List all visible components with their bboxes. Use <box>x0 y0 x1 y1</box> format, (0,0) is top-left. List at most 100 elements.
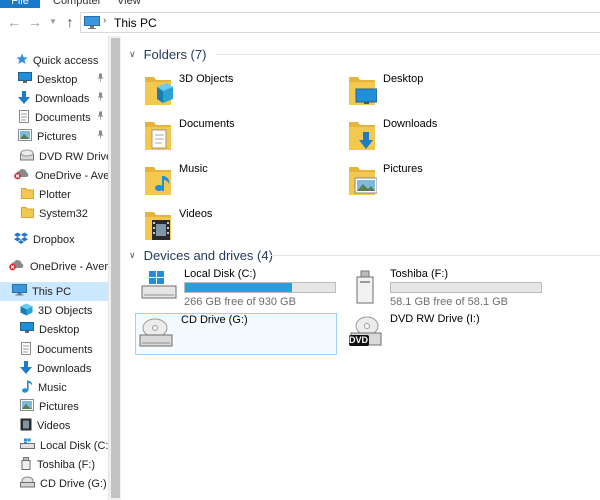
nav-item-cd-drive-g[interactable]: CD Drive (G:) <box>0 474 108 493</box>
folder-label: Desktop <box>383 73 424 85</box>
nav-item-quick-access[interactable]: Quick access <box>0 51 108 70</box>
dvd-badge: DVD <box>349 335 369 345</box>
breadcrumb-this-pc[interactable]: This PC <box>114 16 157 30</box>
3d-objects-folder-icon <box>143 73 173 110</box>
pin-icon[interactable] <box>96 111 105 122</box>
drive-tile-local-disk-c[interactable]: Local Disk (C:) 266 GB free of 930 GB <box>139 268 339 310</box>
breadcrumb-separator-icon[interactable]: › <box>103 15 106 26</box>
nav-item-videos[interactable]: Videos <box>0 416 108 435</box>
navigation-scrollbar[interactable] <box>108 36 121 500</box>
3d-objects-icon <box>20 303 33 319</box>
address-field[interactable]: › This PC <box>80 12 600 33</box>
documents-icon <box>20 341 32 358</box>
nav-item-pictures[interactable]: Pictures <box>0 127 108 146</box>
nav-item-label: Toshiba (F:) <box>37 458 96 471</box>
drive-label: Toshiba (F:) <box>390 268 449 280</box>
nav-item-local-disk-c[interactable]: Local Disk (C:) <box>0 436 108 455</box>
local-disk-icon <box>20 438 35 453</box>
nav-item-onedrive-averda[interactable]: OneDrive - Averda <box>0 257 108 276</box>
pin-icon[interactable] <box>96 73 105 84</box>
tab-file[interactable]: File <box>0 0 40 8</box>
folder-tile-videos[interactable]: Videos <box>143 208 343 250</box>
nav-item-downloads[interactable]: Downloads <box>0 359 108 378</box>
folder-label: Downloads <box>383 118 438 130</box>
folder-tile-documents[interactable]: Documents <box>143 118 343 160</box>
chevron-down-icon[interactable]: ∨ <box>129 250 136 261</box>
up-button[interactable]: ↑ <box>62 12 78 32</box>
music-icon <box>21 380 33 396</box>
nav-item-label: Videos <box>37 419 71 432</box>
drive-usage-bar <box>184 282 336 293</box>
pin-icon[interactable] <box>96 130 105 141</box>
music-folder-icon <box>143 163 173 200</box>
nav-item-desktop[interactable]: Desktop <box>0 320 108 339</box>
computer-icon <box>12 284 27 299</box>
drive-tile-dvd-rw-drive-i[interactable]: DVD DVD RW Drive (I:) <box>345 313 545 355</box>
nav-item-label: Documents <box>37 343 93 356</box>
drive-free-space: 58.1 GB free of 58.1 GB <box>390 296 509 308</box>
nav-item-documents[interactable]: Documents <box>0 108 108 127</box>
drive-tile-cd-drive-g[interactable]: CD Drive (G:) <box>135 313 337 355</box>
nav-item-toshiba-f[interactable]: Toshiba (F:) <box>0 455 108 474</box>
pin-icon[interactable] <box>96 92 105 103</box>
nav-item-label: This PC <box>32 285 72 298</box>
nav-item-3d-objects[interactable]: 3D Objects <box>0 301 108 320</box>
nav-item-desktop[interactable]: Desktop <box>0 70 108 89</box>
documents-folder-icon <box>143 118 173 155</box>
nav-item-plotter[interactable]: Plotter <box>0 185 108 204</box>
dvd-drive-icon <box>347 315 383 352</box>
downloads-folder-icon <box>347 118 377 155</box>
nav-item-dvd-rw-drive-i[interactable]: DVD RW Drive (I: <box>0 147 108 166</box>
download-icon <box>18 90 30 107</box>
nav-item-this-pc[interactable]: This PC <box>0 282 108 301</box>
desktop-icon <box>20 322 34 337</box>
drive-label: CD Drive (G:) <box>181 314 248 326</box>
folder-tile-desktop[interactable]: Desktop <box>347 73 547 115</box>
nav-item-onedrive-averd[interactable]: OneDrive - Averd <box>0 166 108 185</box>
divider <box>216 54 600 55</box>
recent-locations-chevron-down-icon[interactable]: ▼ <box>45 12 61 32</box>
usb-drive-icon <box>20 456 32 473</box>
cd-drive-icon <box>20 476 35 491</box>
chevron-down-icon[interactable]: ∨ <box>129 49 136 60</box>
forward-button[interactable]: → <box>27 12 43 32</box>
folder-label: Music <box>179 163 208 175</box>
drive-label: Local Disk (C:) <box>184 268 257 280</box>
nav-item-music[interactable]: Music <box>0 378 108 397</box>
nav-item-label: Quick access <box>33 54 99 67</box>
cd-drive-icon <box>138 316 174 353</box>
desktop-folder-icon <box>347 73 378 110</box>
folder-icon <box>21 187 34 202</box>
nav-item-label: Pictures <box>37 130 77 143</box>
nav-item-label: OneDrive - Averda <box>30 260 108 273</box>
nav-item-label: Desktop <box>39 323 80 336</box>
scrollbar-thumb[interactable] <box>111 38 120 498</box>
usb-drive-icon <box>347 270 383 307</box>
tab-view[interactable]: View <box>117 0 141 8</box>
drive-tile-toshiba-f[interactable]: Toshiba (F:) 58.1 GB free of 58.1 GB <box>345 268 545 310</box>
navigation-pane: Quick access Desktop Downloads Documents Pic… <box>0 36 108 500</box>
nav-item-pictures[interactable]: Pictures <box>0 397 108 416</box>
devices-group-header[interactable]: ∨ Devices and drives (4) <box>129 246 273 264</box>
folder-tile-music[interactable]: Music <box>143 163 343 205</box>
nav-item-dropbox[interactable]: Dropbox <box>0 230 108 249</box>
back-button[interactable]: ← <box>6 12 22 32</box>
nav-item-downloads[interactable]: Downloads <box>0 89 108 108</box>
nav-item-label: Local Disk (C:) <box>40 439 108 452</box>
pictures-icon <box>18 129 32 144</box>
drive-usage-fill <box>185 283 292 292</box>
nav-item-documents[interactable]: Documents <box>0 340 108 359</box>
tab-computer[interactable]: Computer <box>53 0 101 8</box>
nav-item-label: Documents <box>35 111 91 124</box>
folder-label: Pictures <box>383 163 423 175</box>
drive-label: DVD RW Drive (I:) <box>390 313 480 325</box>
folder-tile-3d-objects[interactable]: 3D Objects <box>143 73 343 115</box>
folder-tile-downloads[interactable]: Downloads <box>347 118 547 160</box>
nav-item-system32[interactable]: System32 <box>0 204 108 223</box>
nav-item-label: 3D Objects <box>38 304 93 317</box>
folder-tile-pictures[interactable]: Pictures <box>347 163 547 205</box>
folders-group-header[interactable]: ∨ Folders (7) <box>129 45 206 63</box>
content-pane: ∨ Folders (7) 3D Objects Desktop Documen… <box>121 36 600 500</box>
download-icon <box>20 360 32 377</box>
nav-item-label: Downloads <box>37 362 92 375</box>
